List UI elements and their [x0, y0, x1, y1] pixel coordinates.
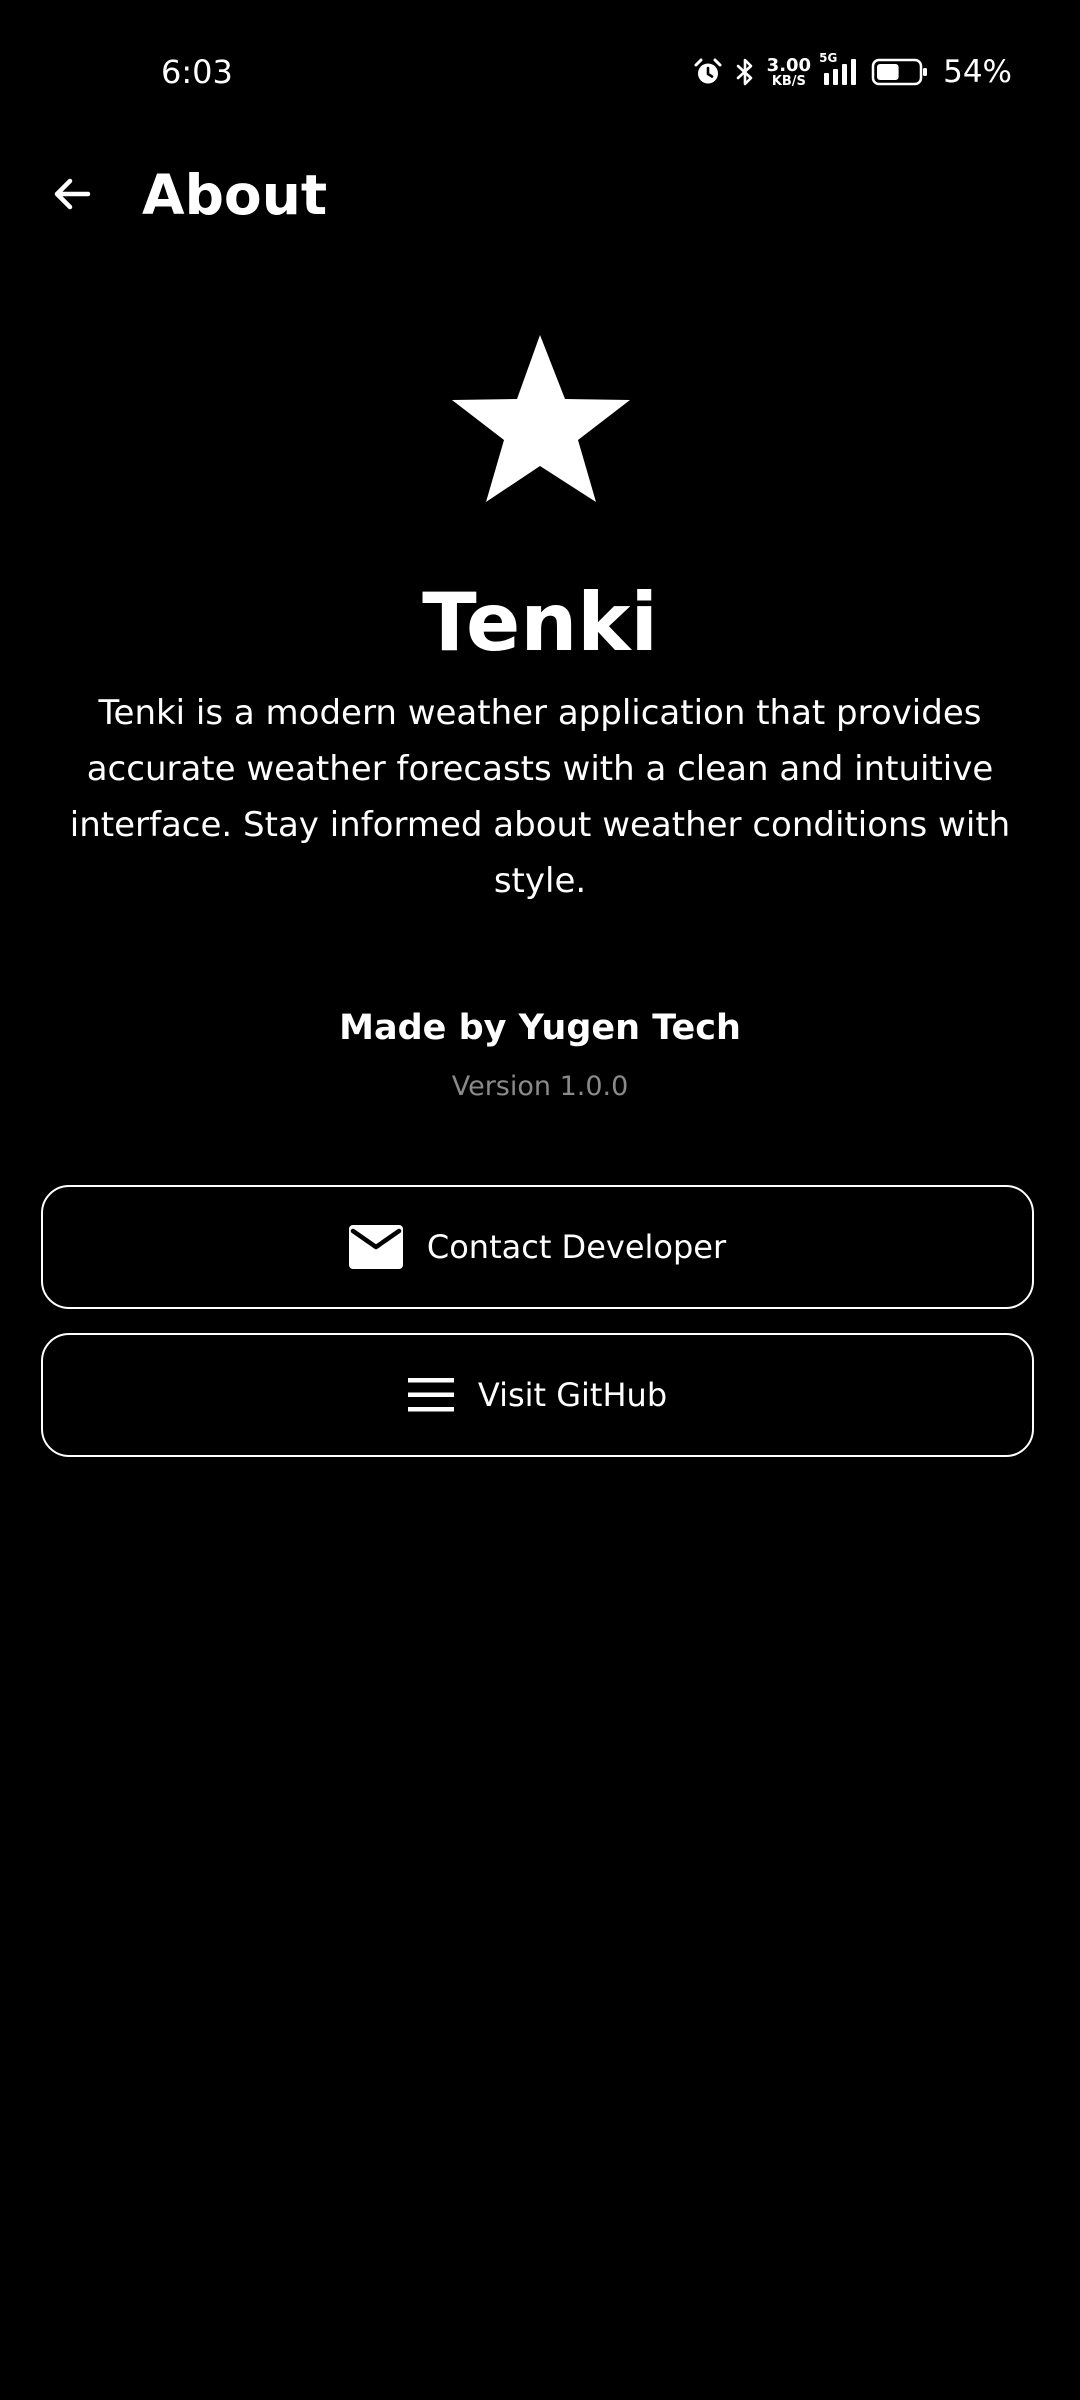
status-bar: 6:03 3.00 KB/S 5G 54%	[0, 0, 1080, 146]
contact-developer-button[interactable]: Contact Developer	[41, 1185, 1034, 1309]
app-description: Tenki is a modern weather application th…	[69, 693, 1011, 901]
battery-percent: 54%	[943, 54, 1012, 90]
app-version: Version 1.0.0	[451, 1071, 629, 1102]
battery-icon	[871, 57, 929, 87]
mail-icon	[348, 1225, 403, 1269]
arrow-back-icon	[54, 178, 91, 210]
app-name: Tenki	[422, 576, 658, 669]
visit-github-label: Visit GitHub	[477, 1376, 668, 1414]
status-time: 6:03	[161, 53, 233, 91]
status-icons: 3.00 KB/S 5G 54%	[693, 46, 1012, 98]
network-type-label: 5G	[819, 51, 838, 65]
visit-github-button[interactable]: Visit GitHub	[41, 1333, 1034, 1457]
back-button[interactable]	[36, 158, 108, 230]
network-speed-unit: KB/S	[771, 73, 806, 89]
developer-credit: Made by Yugen Tech	[339, 1008, 741, 1048]
bluetooth-icon	[735, 57, 755, 87]
network-speed: 3.00 KB/S	[766, 54, 812, 89]
contact-developer-label: Contact Developer	[426, 1228, 727, 1266]
network-speed-value: 3.00	[766, 54, 812, 76]
alarm-icon	[693, 57, 723, 87]
page-title: About	[142, 163, 328, 227]
cell-signal: 5G	[819, 51, 859, 87]
star-icon	[452, 335, 630, 502]
app-bar: About	[0, 146, 1080, 246]
menu-icon	[407, 1378, 454, 1412]
